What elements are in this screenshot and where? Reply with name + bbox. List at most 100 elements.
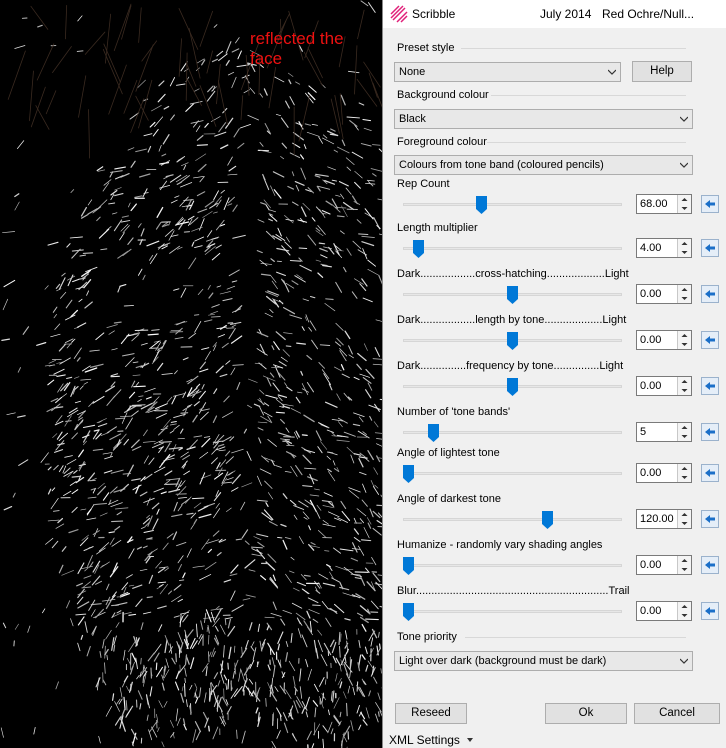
cancel-button[interactable]: Cancel (634, 703, 720, 724)
spinbox-value: 0.00 (640, 467, 662, 479)
spin-down-icon[interactable] (678, 473, 691, 482)
spin-down-icon[interactable] (678, 565, 691, 574)
background-colour-label: Background colour (397, 89, 489, 101)
slider-label: Blur....................................… (397, 585, 630, 597)
slider-thumb[interactable] (542, 511, 554, 529)
app-title: Scribble (412, 7, 456, 21)
reset-default-button[interactable] (701, 377, 719, 395)
spinbox-value: 5 (640, 426, 647, 438)
spin-up-icon[interactable] (678, 239, 691, 248)
spinbox-value: 0.00 (640, 559, 662, 571)
help-button[interactable]: Help (632, 61, 692, 82)
spin-up-icon[interactable] (678, 377, 691, 386)
value-spinbox[interactable]: 0.00 (636, 284, 692, 304)
spin-down-icon[interactable] (678, 611, 691, 620)
slider-thumb[interactable] (413, 240, 425, 258)
spin-buttons[interactable] (677, 331, 691, 349)
slider-thumb[interactable] (507, 378, 518, 396)
reset-default-button[interactable] (701, 239, 719, 257)
reseed-button[interactable]: Reseed (395, 703, 467, 724)
reset-default-button[interactable] (701, 510, 719, 528)
slider-thumb[interactable] (507, 286, 518, 304)
preset-style-select[interactable]: None (394, 62, 621, 82)
spin-buttons[interactable] (677, 423, 691, 441)
arrow-left-icon (705, 336, 715, 344)
spin-down-icon[interactable] (678, 340, 691, 349)
slider-thumb[interactable] (403, 603, 414, 621)
value-spinbox[interactable]: 4.00 (636, 238, 692, 258)
spin-up-icon[interactable] (678, 195, 691, 204)
spin-down-icon[interactable] (678, 432, 691, 441)
ok-button[interactable]: Ok (545, 703, 627, 724)
arrow-left-icon (705, 561, 715, 569)
slider-thumb[interactable] (475, 196, 487, 214)
value-spinbox[interactable]: 120.00 (636, 509, 692, 529)
spin-down-icon[interactable] (678, 386, 691, 395)
annotation-text: reflected the face (250, 29, 344, 68)
arrow-left-icon (705, 382, 715, 390)
spin-buttons[interactable] (677, 239, 691, 257)
spin-up-icon[interactable] (678, 464, 691, 473)
title-bar: Scribble July 2014 Red Ochre/Null... (383, 0, 726, 28)
slider-track[interactable] (403, 610, 622, 613)
value-spinbox[interactable]: 0.00 (636, 555, 692, 575)
reset-default-button[interactable] (701, 285, 719, 303)
divider (465, 637, 686, 638)
spinbox-value: 68.00 (640, 198, 668, 210)
slider-track[interactable] (403, 247, 622, 250)
tone-priority-value: Light over dark (background must be dark… (399, 655, 607, 667)
slider-track[interactable] (403, 472, 622, 475)
spin-up-icon[interactable] (678, 285, 691, 294)
spinbox-value: 120.00 (640, 513, 674, 525)
preset-style-value: None (399, 66, 426, 78)
value-spinbox[interactable]: 5 (636, 422, 692, 442)
value-spinbox[interactable]: 0.00 (636, 463, 692, 483)
value-spinbox[interactable]: 0.00 (636, 376, 692, 396)
value-spinbox[interactable]: 0.00 (636, 330, 692, 350)
reset-default-button[interactable] (701, 556, 719, 574)
slider-label: Length multiplier (397, 222, 478, 234)
slider-label: Angle of lightest tone (397, 447, 500, 459)
background-colour-select[interactable]: Black (394, 109, 693, 129)
spin-buttons[interactable] (677, 377, 691, 395)
foreground-colour-select[interactable]: Colours from tone band (coloured pencils… (394, 155, 693, 175)
slider-track[interactable] (403, 564, 622, 567)
slider-label: Dark...............frequency by tone....… (397, 360, 624, 372)
spin-buttons[interactable] (677, 556, 691, 574)
reset-default-button[interactable] (701, 423, 719, 441)
reset-default-button[interactable] (701, 331, 719, 349)
spin-buttons[interactable] (677, 464, 691, 482)
spin-down-icon[interactable] (678, 294, 691, 303)
spin-buttons[interactable] (677, 285, 691, 303)
reset-default-button[interactable] (701, 602, 719, 620)
spin-down-icon[interactable] (678, 519, 691, 528)
value-spinbox[interactable]: 68.00 (636, 194, 692, 214)
slider-track[interactable] (403, 203, 622, 206)
spin-buttons[interactable] (677, 602, 691, 620)
slider-label: Number of 'tone bands' (397, 406, 511, 418)
reset-default-button[interactable] (701, 464, 719, 482)
xml-settings-menu[interactable]: XML Settings (389, 733, 474, 747)
arrow-left-icon (705, 515, 715, 523)
value-spinbox[interactable]: 0.00 (636, 601, 692, 621)
slider-track[interactable] (403, 518, 622, 521)
spin-buttons[interactable] (677, 195, 691, 213)
divider (491, 95, 686, 96)
settings-panel: Scribble July 2014 Red Ochre/Null... Pre… (382, 0, 726, 748)
spin-down-icon[interactable] (678, 248, 691, 257)
slider-thumb[interactable] (507, 332, 518, 350)
slider-thumb[interactable] (403, 465, 414, 483)
spin-up-icon[interactable] (678, 331, 691, 340)
slider-thumb[interactable] (403, 557, 414, 575)
spin-up-icon[interactable] (678, 602, 691, 611)
tone-priority-select[interactable]: Light over dark (background must be dark… (394, 651, 693, 671)
chevron-down-icon (680, 116, 688, 122)
spin-down-icon[interactable] (678, 204, 691, 213)
slider-thumb[interactable] (427, 424, 439, 442)
spin-buttons[interactable] (677, 510, 691, 528)
reset-default-button[interactable] (701, 195, 719, 213)
spinbox-value: 4.00 (640, 242, 662, 254)
spin-up-icon[interactable] (678, 510, 691, 519)
spin-up-icon[interactable] (678, 556, 691, 565)
spin-up-icon[interactable] (678, 423, 691, 432)
